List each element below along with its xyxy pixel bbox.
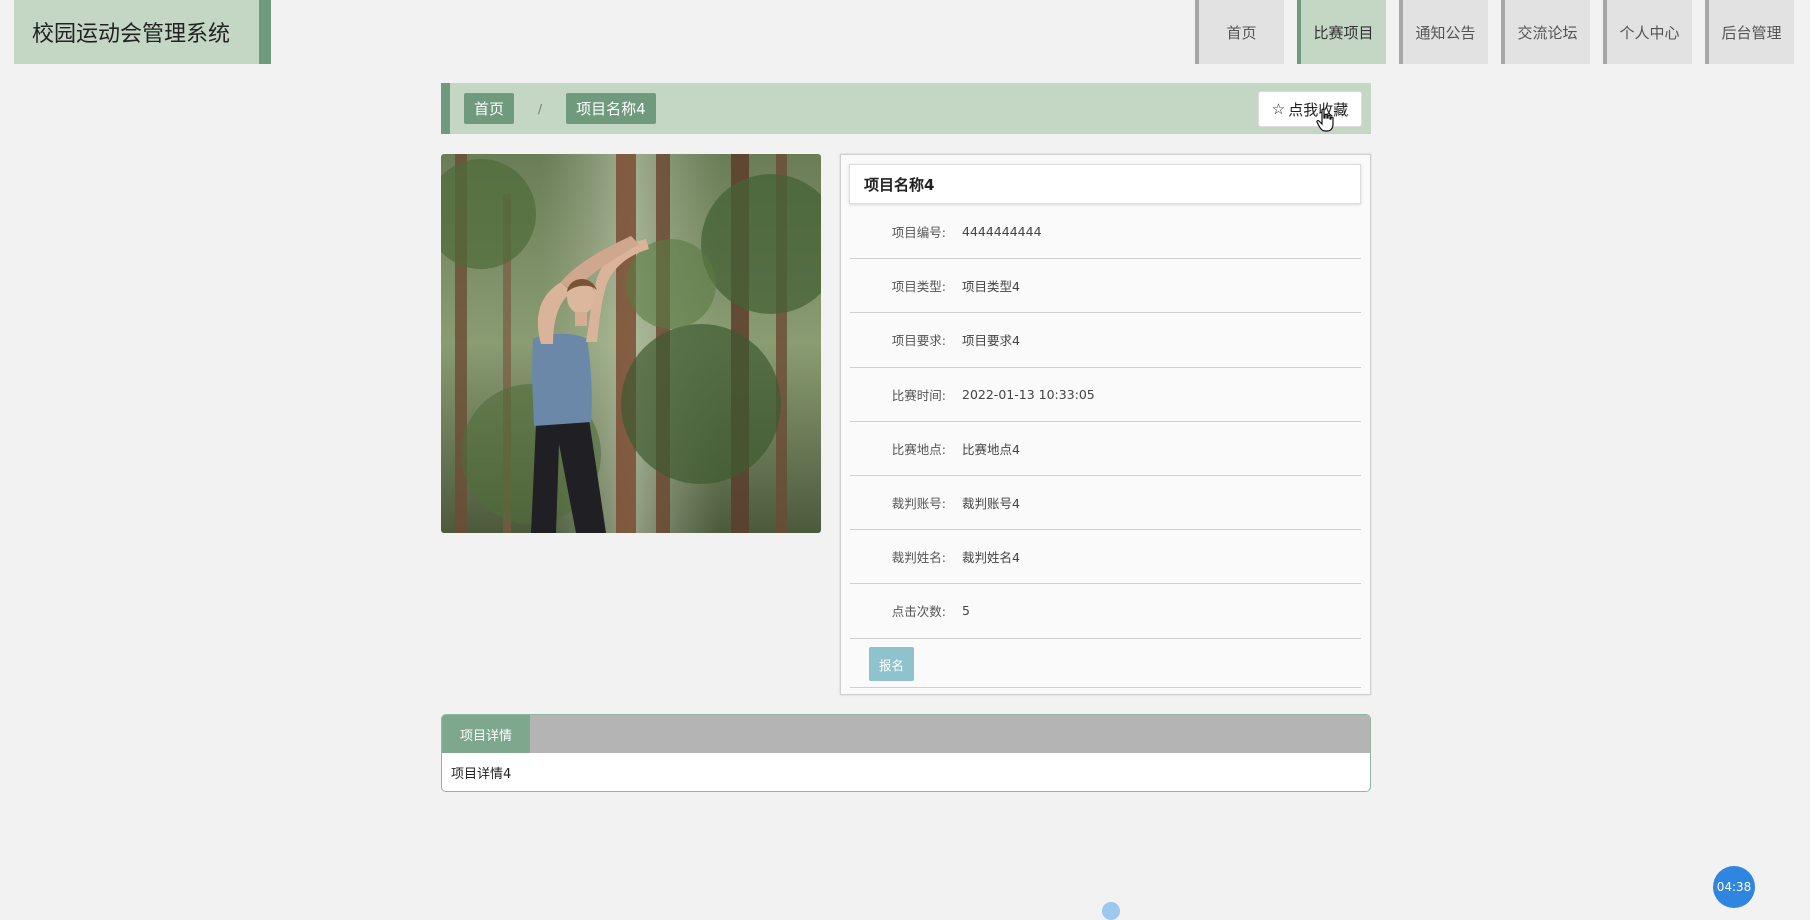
star-outline-icon: ☆ (1271, 100, 1286, 118)
field-label: 比赛地点: (891, 441, 946, 457)
tab-content: 项目详情4 (451, 767, 512, 782)
nav-profile[interactable]: 个人中心 (1603, 0, 1692, 64)
event-photo (441, 154, 821, 533)
nav-events[interactable]: 比赛项目 (1297, 0, 1386, 64)
field-label: 项目编号: (891, 225, 946, 241)
signup-button[interactable]: 报名 (869, 647, 914, 681)
field-value: 裁判账号4 (962, 496, 1020, 512)
field-value: 项目类型4 (962, 279, 1020, 295)
nav-admin[interactable]: 后台管理 (1705, 0, 1794, 64)
field-value: 5 (962, 603, 970, 619)
favorite-button[interactable]: ☆ 点我收藏 (1258, 91, 1362, 127)
timer-badge[interactable]: 04:38 (1713, 866, 1755, 908)
field-value: 4444444444 (962, 224, 1042, 240)
field-label: 比赛时间: (891, 387, 946, 403)
field-referee-name: 裁判姓名: 裁判姓名4 (850, 530, 1361, 585)
top-nav: 首页 比赛项目 通知公告 交流论坛 个人中心 后台管理 (1182, 0, 1794, 64)
field-value: 2022-01-13 10:33:05 (962, 386, 1095, 402)
floating-dot (1102, 902, 1120, 920)
detail-field-list: 项目编号: 4444444444 项目类型: 项目类型4 项目要求: 项目要求4… (850, 205, 1361, 639)
detail-tabs: 项目详情 项目详情4 (441, 714, 1371, 792)
breadcrumb-current: 项目名称4 (566, 93, 656, 124)
nav-forum[interactable]: 交流论坛 (1501, 0, 1590, 64)
field-event-id: 项目编号: 4444444444 (850, 205, 1361, 260)
nav-notices[interactable]: 通知公告 (1399, 0, 1488, 64)
field-label: 项目类型: (891, 279, 946, 295)
hand-cursor-icon (1316, 108, 1334, 132)
action-row: 报名 (850, 640, 1361, 688)
field-click-count: 点击次数: 5 (850, 584, 1361, 639)
field-event-time: 比赛时间: 2022-01-13 10:33:05 (850, 368, 1361, 422)
field-label: 点击次数: (891, 604, 946, 620)
field-event-requirement: 项目要求: 项目要求4 (850, 313, 1361, 368)
tab-bar: 项目详情 (442, 715, 1370, 753)
field-label: 裁判账号: (891, 496, 946, 512)
field-value: 项目要求4 (962, 333, 1020, 349)
tab-event-details[interactable]: 项目详情 (442, 715, 530, 753)
field-event-location: 比赛地点: 比赛地点4 (850, 422, 1361, 476)
event-detail-panel: 项目名称4 项目编号: 4444444444 项目类型: 项目类型4 项目要求:… (840, 154, 1371, 695)
breadcrumb-separator: / (538, 101, 543, 116)
field-value: 比赛地点4 (962, 441, 1020, 457)
event-photo-image (441, 154, 821, 533)
field-label: 裁判姓名: (891, 550, 946, 566)
app-logo-title: 校园运动会管理系统 (14, 0, 271, 64)
field-value: 裁判姓名4 (962, 550, 1020, 566)
breadcrumb: 首页 / 项目名称4 ☆ 点我收藏 (441, 83, 1371, 134)
field-event-type: 项目类型: 项目类型4 (850, 259, 1361, 314)
nav-home[interactable]: 首页 (1195, 0, 1284, 64)
field-label: 项目要求: (891, 333, 946, 349)
event-title: 项目名称4 (849, 164, 1361, 204)
breadcrumb-home[interactable]: 首页 (464, 93, 515, 124)
field-referee-account: 裁判账号: 裁判账号4 (850, 476, 1361, 531)
